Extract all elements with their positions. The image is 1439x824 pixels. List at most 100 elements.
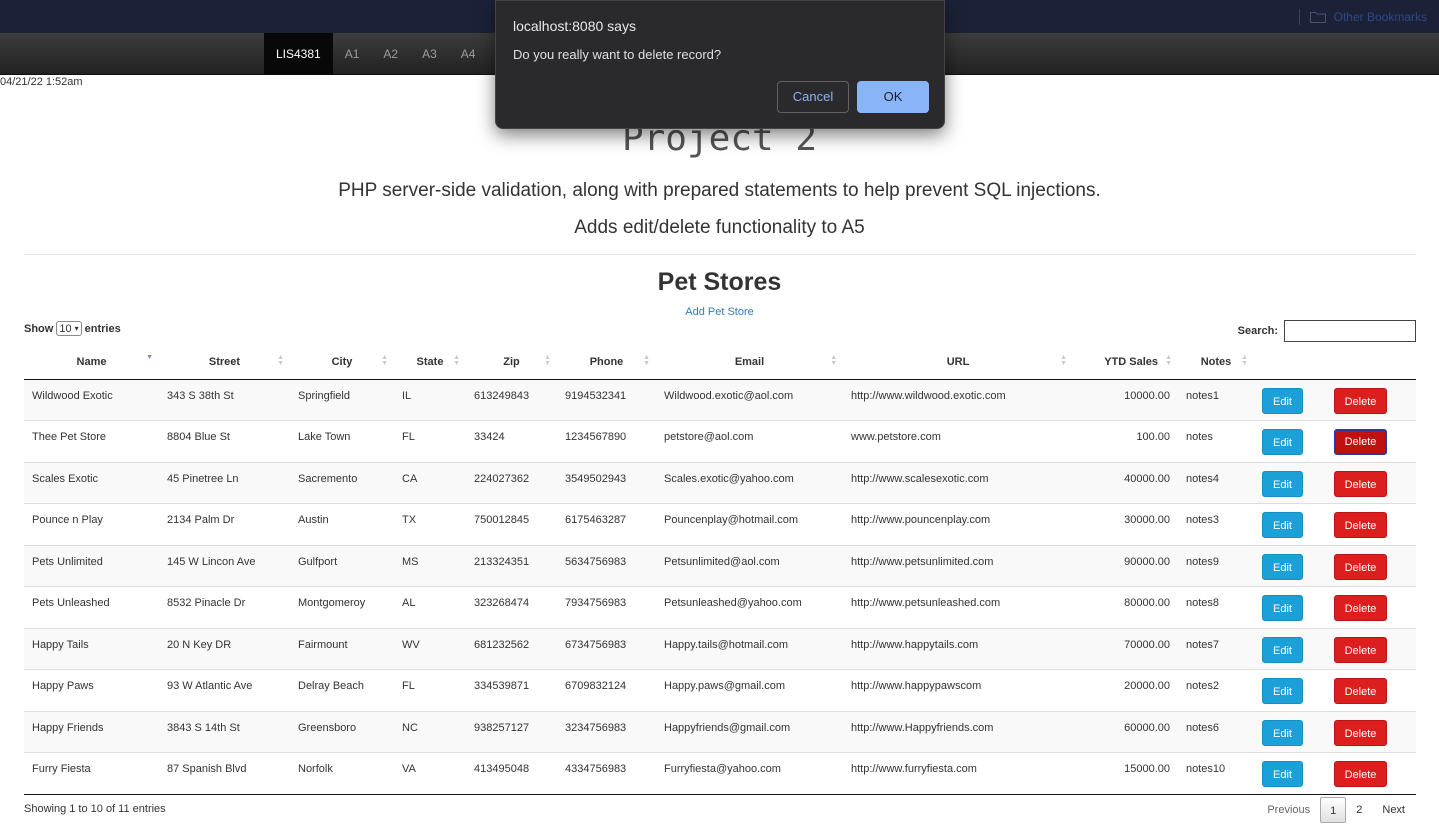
cell-notes: notes7 [1178, 627, 1254, 670]
cell-email: Scales.exotic@yahoo.com [656, 461, 843, 504]
nav-item-a2[interactable]: A2 [371, 33, 410, 75]
search-input[interactable] [1284, 320, 1416, 342]
edit-button[interactable]: Edit [1262, 719, 1303, 746]
dialog-title: localhost:8080 says [513, 18, 636, 34]
nav-item-lis4381[interactable]: LIS4381 [264, 33, 333, 75]
column-header-name[interactable]: Name ▼ [24, 345, 159, 380]
column-header-street[interactable]: Street ▲ ▼ [159, 345, 290, 380]
column-header-city[interactable]: City ▲ ▼ [290, 345, 394, 380]
page-subtitle-1: PHP server-side validation, along with p… [338, 180, 1101, 201]
chevron-down-icon: ▾ [74, 324, 79, 333]
edit-button[interactable]: Edit [1262, 678, 1303, 704]
delete-button[interactable]: Delete [1334, 429, 1387, 455]
edit-button[interactable]: Edit [1262, 512, 1303, 538]
cell-phone: 7934756983 [557, 586, 656, 628]
add-pet-store-link-text[interactable]: Add Pet Store [685, 306, 754, 318]
column-header-state[interactable]: State ▲ ▼ [394, 345, 466, 380]
column-header-edit [1254, 345, 1326, 380]
column-header-email[interactable]: Email ▲ ▼ [656, 345, 843, 380]
page-length-control: Show 10 ▾ entries [24, 321, 121, 336]
cell-url: http://www.scalesexotic.com [843, 461, 1073, 504]
cell-phone: 3234756983 [557, 710, 656, 753]
delete-button[interactable]: Delete [1334, 387, 1387, 414]
cell-edit: Edit [1254, 503, 1326, 545]
other-bookmarks-link[interactable]: Other Bookmarks [1334, 10, 1427, 24]
delete-button[interactable]: Delete [1334, 512, 1387, 538]
sort-icon: ▲ ▼ [1165, 354, 1172, 367]
cell-url: http://www.petsunlimited.com [843, 544, 1073, 587]
pagination-page-1[interactable]: 1 [1320, 797, 1347, 823]
cell-url: www.petstore.com [843, 420, 1073, 462]
cell-ytd: 80000.00 [1073, 586, 1178, 628]
nav-item-a1[interactable]: A1 [333, 33, 372, 75]
pagination-page-2[interactable]: 2 [1346, 797, 1372, 823]
cell-url: http://www.happypawscom [843, 669, 1073, 711]
cell-zip: 334539871 [466, 669, 557, 711]
cell-edit: Edit [1254, 669, 1326, 711]
cell-edit: Edit [1254, 586, 1326, 628]
dialog-cancel-button[interactable]: Cancel [777, 81, 849, 113]
cell-zip: 224027362 [466, 461, 557, 504]
cell-city: Sacremento [290, 461, 394, 504]
confirm-dialog: localhost:8080 says Do you really want t… [495, 0, 945, 129]
cell-state: WV [394, 627, 466, 670]
table-row: Pets Unleashed 8532 Pinacle Dr Montgomeroy… [24, 586, 1416, 628]
cell-url: http://www.petsunleashed.com [843, 586, 1073, 628]
nav-item-a3[interactable]: A3 [410, 33, 449, 75]
sort-icon: ▲ ▼ [1060, 354, 1067, 367]
cell-state: AL [394, 586, 466, 628]
edit-button[interactable]: Edit [1262, 761, 1303, 787]
table-row: Thee Pet Store 8804 Blue St Lake Town FL 334… [24, 420, 1416, 462]
sort-icon: ▲ ▼ [544, 354, 551, 367]
edit-button[interactable]: Edit [1262, 553, 1303, 580]
cell-phone: 6175463287 [557, 503, 656, 545]
column-header-ytd-sales[interactable]: YTD Sales ▲ ▼ [1073, 345, 1178, 380]
delete-button[interactable]: Delete [1334, 636, 1387, 663]
edit-button[interactable]: Edit [1262, 636, 1303, 663]
cell-street: 8804 Blue St [159, 420, 290, 462]
cell-state: FL [394, 420, 466, 462]
cell-city: Greensboro [290, 710, 394, 753]
cell-city: Lake Town [290, 420, 394, 462]
search-label: Search: [1237, 325, 1278, 337]
column-header-zip[interactable]: Zip ▲ ▼ [466, 345, 557, 380]
edit-button[interactable]: Edit [1262, 470, 1303, 497]
cell-state: NC [394, 710, 466, 753]
delete-button[interactable]: Delete [1334, 553, 1387, 580]
edit-button[interactable]: Edit [1262, 595, 1303, 621]
edit-button[interactable]: Edit [1262, 387, 1303, 414]
cell-edit: Edit [1254, 379, 1326, 421]
column-header-phone[interactable]: Phone ▲ ▼ [557, 345, 656, 380]
delete-button[interactable]: Delete [1334, 470, 1387, 497]
delete-button[interactable]: Delete [1334, 761, 1387, 787]
cell-city: Gulfport [290, 544, 394, 587]
edit-button[interactable]: Edit [1262, 429, 1303, 455]
delete-button[interactable]: Delete [1334, 678, 1387, 704]
column-header-url[interactable]: URL ▲ ▼ [843, 345, 1073, 380]
cell-email: petstore@aol.com [656, 420, 843, 462]
delete-button[interactable]: Delete [1334, 595, 1387, 621]
folder-icon [1309, 11, 1326, 23]
cell-phone: 3549502943 [557, 461, 656, 504]
dialog-ok-button[interactable]: OK [857, 81, 929, 113]
cell-name: Wildwood Exotic [24, 379, 159, 421]
cell-notes: notes10 [1178, 752, 1254, 795]
pet-stores-table: Name ▼ Street ▲ ▼ City ▲ ▼ State ▲ ▼ Zip ▲ ▼ Phon… [24, 345, 1416, 795]
cell-city: Austin [290, 503, 394, 545]
nav-item-a4[interactable]: A4 [449, 33, 488, 75]
table-header-row: Name ▼ Street ▲ ▼ City ▲ ▼ State ▲ ▼ Zip ▲ ▼ Phon… [24, 345, 1416, 380]
sort-icon: ▲ ▼ [381, 354, 388, 367]
sort-desc-icon: ▼ [146, 354, 153, 361]
cell-edit: Edit [1254, 420, 1326, 462]
pagination-previous[interactable]: Previous [1257, 797, 1320, 823]
delete-button[interactable]: Delete [1334, 719, 1387, 746]
cell-email: Pouncenplay@hotmail.com [656, 503, 843, 545]
column-header-notes[interactable]: Notes ▲ ▼ [1178, 345, 1254, 380]
table-title: Pet Stores [657, 268, 782, 296]
page-length-value: 10 [59, 322, 72, 335]
page-length-select[interactable]: 10 ▾ [56, 321, 82, 336]
pagination: Previous 1 2 Next [1257, 797, 1415, 823]
bookmarks-divider [1298, 8, 1300, 25]
cell-street: 45 Pinetree Ln [159, 461, 290, 504]
pagination-next[interactable]: Next [1372, 797, 1415, 823]
